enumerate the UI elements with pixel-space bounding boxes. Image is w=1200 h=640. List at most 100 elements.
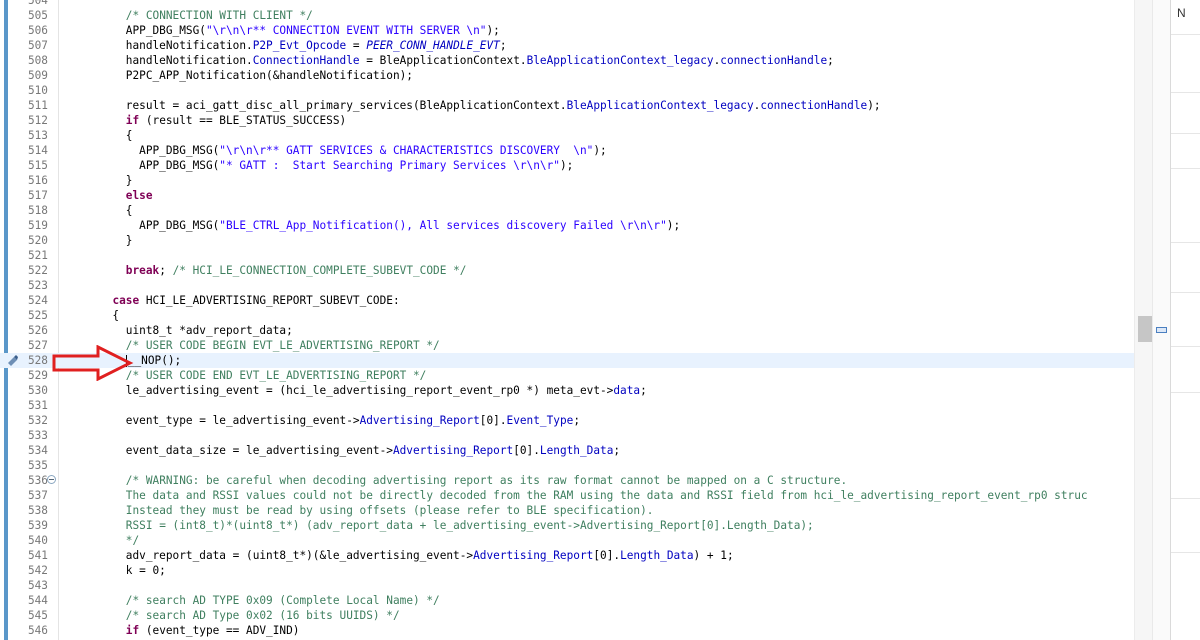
code-token: result = aci_gatt_disc_all_primary_servi… (59, 99, 567, 112)
code-line[interactable]: 517 else (0, 188, 1150, 203)
code-token: [0]. (593, 549, 621, 562)
code-line[interactable]: 522 break; /* HCI_LE_CONNECTION_COMPLETE… (0, 263, 1150, 278)
code-token: ; (827, 54, 834, 67)
code-line[interactable]: 532 event_type = le_advertising_event->A… (0, 413, 1150, 428)
panel-divider (1171, 498, 1200, 499)
code-token: event_type = le_advertising_event-> (59, 414, 360, 427)
panel-divider (1171, 346, 1200, 347)
code-line[interactable]: 507 handleNotification.P2P_Evt_Opcode = … (0, 38, 1150, 53)
code-text: { (59, 128, 133, 143)
code-token: uint8_t *adv_report_data; (59, 324, 293, 337)
code-token: event_data_size = le_advertising_event-> (59, 444, 393, 457)
code-line[interactable]: 518 { (0, 203, 1150, 218)
code-token: Event_Type (506, 414, 574, 427)
code-editor[interactable]: 504 505 /* CONNECTION WITH CLIENT */506 A… (0, 0, 1150, 640)
panel-divider (1171, 34, 1200, 35)
code-line[interactable]: 535 (0, 458, 1150, 473)
code-token: ); (666, 219, 681, 232)
code-token: "BLE_CTRL_App_Notification(), All servic… (219, 219, 667, 232)
code-text: The data and RSSI values could not be di… (59, 488, 1088, 503)
code-token: Instead they must be read by using offse… (125, 504, 654, 517)
code-token: connectionHandle (760, 99, 868, 112)
panel-divider (1171, 292, 1200, 293)
code-line[interactable]: 540 */ (0, 533, 1150, 548)
code-token: HCI_LE_ADVERTISING_REPORT_SUBEVT_CODE: (139, 294, 400, 307)
code-line[interactable]: 544 /* search AD TYPE 0x09 (Complete Loc… (0, 593, 1150, 608)
code-line[interactable]: 504 (0, 0, 1150, 8)
code-line[interactable]: 534 event_data_size = le_advertising_eve… (0, 443, 1150, 458)
code-line[interactable]: 529 /* USER CODE END EVT_LE_ADVERTISING_… (0, 368, 1150, 383)
code-text: if (result == BLE_STATUS_SUCCESS) (59, 113, 346, 128)
scrollbar-thumb[interactable] (1138, 316, 1152, 342)
code-token: if (125, 624, 140, 637)
code-token: ); (486, 24, 500, 37)
code-token: P2PC_APP_Notification(&handleNotificatio… (59, 69, 413, 82)
code-line[interactable]: 537 The data and RSSI values could not b… (0, 488, 1150, 503)
code-line[interactable]: 523 (0, 278, 1150, 293)
current-code-line[interactable]: 528 __NOP(); (0, 353, 1150, 368)
code-line[interactable]: 530 le_advertising_event = (hci_le_adver… (0, 383, 1150, 398)
bookmark-icon[interactable] (7, 354, 19, 366)
code-line[interactable]: 516 } (0, 173, 1150, 188)
code-line[interactable]: 512 if (result == BLE_STATUS_SUCCESS) (0, 113, 1150, 128)
code-line[interactable]: 515 APP_DBG_MSG("* GATT : Start Searchin… (0, 158, 1150, 173)
code-token: BleApplicationContext_legacy (566, 99, 754, 112)
code-token: Advertising_Report (359, 414, 480, 427)
code-line[interactable]: 541 adv_report_data = (uint8_t*)(&le_adv… (0, 548, 1150, 563)
code-line[interactable]: 514 APP_DBG_MSG("\r\n\r** GATT SERVICES … (0, 143, 1150, 158)
code-line[interactable]: 531 (0, 398, 1150, 413)
code-line[interactable]: 510 (0, 83, 1150, 98)
code-line[interactable]: 520 } (0, 233, 1150, 248)
code-line[interactable]: 519 APP_DBG_MSG("BLE_CTRL_App_Notificati… (0, 218, 1150, 233)
code-text: APP_DBG_MSG("\r\n\r** CONNECTION EVENT W… (59, 23, 500, 38)
code-line[interactable]: 525 { (0, 308, 1150, 323)
line-number: 539 (27, 519, 48, 532)
code-token: ; (640, 384, 647, 397)
code-text: } (59, 173, 133, 188)
code-text: */ (59, 533, 139, 548)
code-line[interactable]: 538 Instead they must be read by using o… (0, 503, 1150, 518)
code-text: /* WARNING: be careful when decoding adv… (59, 473, 847, 488)
line-number: 544 (27, 594, 48, 607)
code-line[interactable]: 524 case HCI_LE_ADVERTISING_REPORT_SUBEV… (0, 293, 1150, 308)
code-line[interactable]: 543 (0, 578, 1150, 593)
code-line[interactable]: 542 k = 0; (0, 563, 1150, 578)
code-text: P2PC_APP_Notification(&handleNotificatio… (59, 68, 413, 83)
code-text: if (event_type == ADV_IND) (59, 623, 300, 638)
code-line[interactable]: 505 /* CONNECTION WITH CLIENT */ (0, 8, 1150, 23)
line-number: 510 (27, 84, 48, 97)
code-line[interactable]: 506 APP_DBG_MSG("\r\n\r** CONNECTION EVE… (0, 23, 1150, 38)
code-token: ) + 1; (693, 549, 734, 562)
code-line[interactable]: 509 P2PC_APP_Notification(&handleNotific… (0, 68, 1150, 83)
outline-panel: N (1170, 0, 1200, 640)
code-line[interactable]: 527 /* USER CODE BEGIN EVT_LE_ADVERTISIN… (0, 338, 1150, 353)
code-line[interactable]: 526 uint8_t *adv_report_data; (0, 323, 1150, 338)
code-token: if (125, 114, 140, 127)
code-line[interactable]: 521 (0, 248, 1150, 263)
overview-ruler-marker[interactable] (1156, 327, 1167, 333)
code-token: adv_report_data = (uint8_t*)(&le_adverti… (59, 549, 474, 562)
line-number: 534 (27, 444, 48, 457)
code-token: __NOP(); (127, 354, 182, 367)
code-line[interactable]: 533 (0, 428, 1150, 443)
code-line[interactable]: 539 RSSI = (int8_t)*(uint8_t*) (adv_repo… (0, 518, 1150, 533)
code-text: Instead they must be read by using offse… (59, 503, 654, 518)
code-token: { (59, 309, 120, 322)
code-text: { (59, 203, 133, 218)
code-line[interactable]: 546 if (event_type == ADV_IND) (0, 623, 1150, 638)
fold-collapse-icon[interactable] (47, 475, 56, 484)
overview-ruler[interactable] (1152, 0, 1171, 640)
code-line[interactable]: 513 { (0, 128, 1150, 143)
line-number: 535 (27, 459, 48, 472)
code-line[interactable]: 545 /* search AD Type 0x02 (16 bits UUID… (0, 608, 1150, 623)
line-number: 529 (27, 369, 48, 382)
code-line[interactable]: 508 handleNotification.ConnectionHandle … (0, 53, 1150, 68)
code-token: ; (613, 444, 621, 457)
code-line[interactable]: 511 result = aci_gatt_disc_all_primary_s… (0, 98, 1150, 113)
code-line[interactable]: 536 /* WARNING: be careful when decoding… (0, 473, 1150, 488)
code-token: data (613, 384, 641, 397)
